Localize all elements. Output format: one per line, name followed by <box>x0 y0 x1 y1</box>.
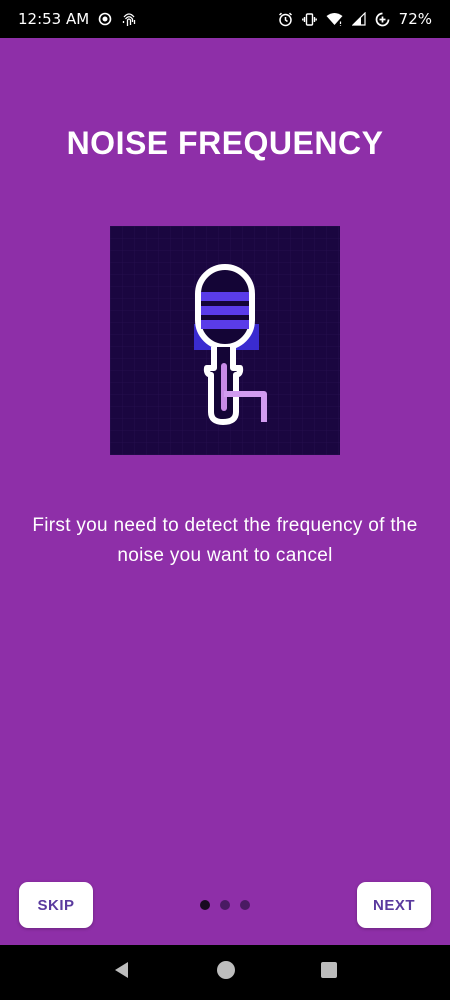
page-dot-2 <box>220 900 230 910</box>
alarm-icon <box>278 12 293 27</box>
page-dot-1 <box>200 900 210 910</box>
recents-icon[interactable] <box>320 961 338 984</box>
skip-button[interactable]: SKIP <box>19 882 93 928</box>
microphone-icon <box>110 226 340 455</box>
home-icon[interactable] <box>216 960 236 985</box>
battery-percent: 72% <box>398 10 432 28</box>
status-time: 12:53 AM <box>18 10 90 28</box>
fingerprint-icon <box>121 11 137 28</box>
page-dot-3 <box>240 900 250 910</box>
vibrate-icon <box>301 12 317 27</box>
status-bar: 12:53 AM 72% <box>0 0 450 38</box>
data-saver-icon <box>375 12 390 27</box>
wifi-icon <box>326 12 343 26</box>
description-text: First you need to detect the frequency o… <box>32 515 418 566</box>
illustration <box>110 226 340 455</box>
page-indicator <box>200 899 250 911</box>
status-bar-left: 12:53 AM <box>18 10 137 28</box>
status-bar-right: 72% <box>278 10 432 28</box>
record-icon <box>98 12 112 26</box>
signal-icon <box>351 12 366 26</box>
next-button[interactable]: NEXT <box>357 882 431 928</box>
navigation-bar <box>0 945 450 1000</box>
onboarding-screen: NOISE FREQUENCY First you need to detect… <box>0 38 450 945</box>
page-title: NOISE FREQUENCY <box>66 125 384 161</box>
back-icon[interactable] <box>112 960 132 985</box>
